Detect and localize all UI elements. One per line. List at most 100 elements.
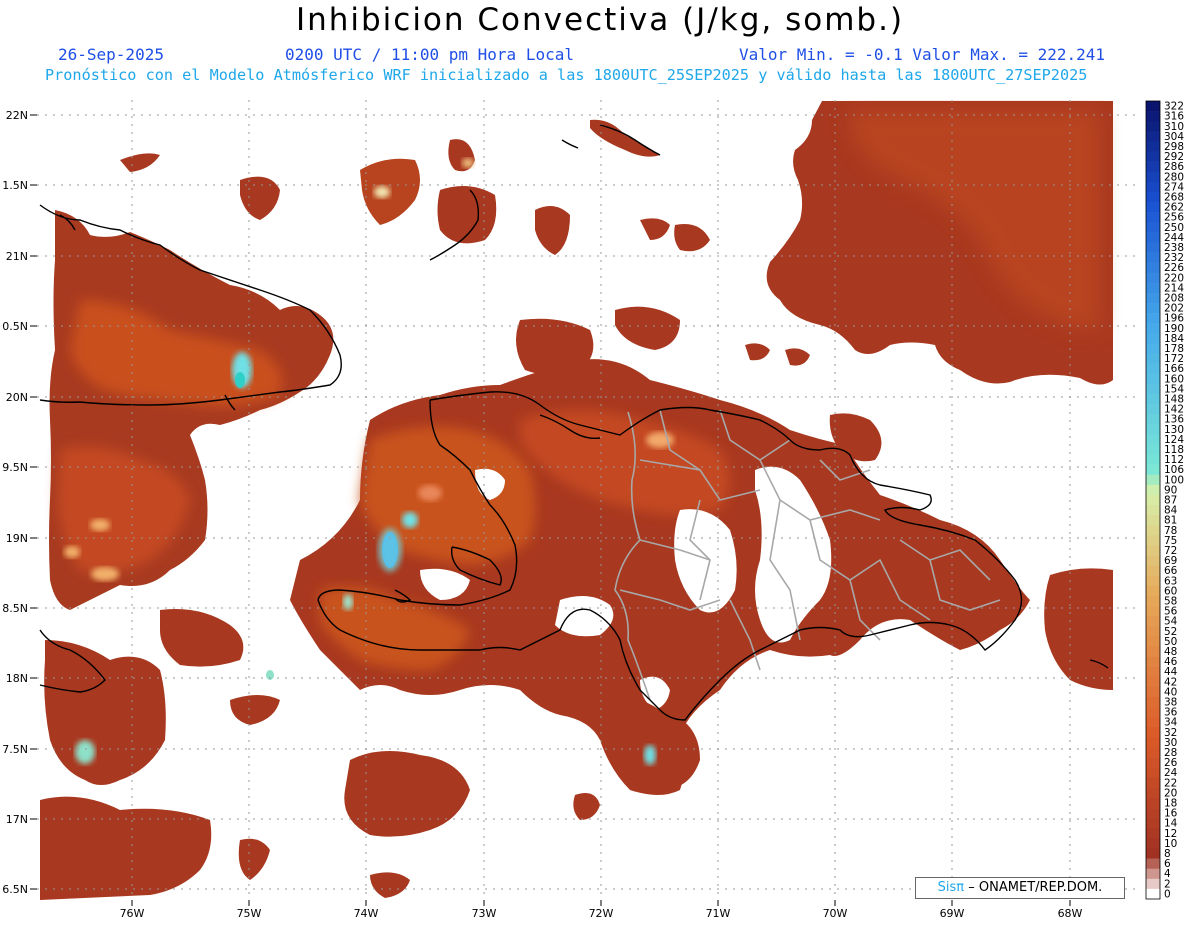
colorbar-swatch — [1146, 141, 1160, 152]
sispi-logo: Sisπ — [937, 880, 965, 895]
lat-label: 21N — [6, 250, 28, 263]
colorbar-swatch — [1146, 797, 1160, 809]
colorbar-label: 0 — [1164, 888, 1171, 900]
colorbar-swatch — [1146, 414, 1160, 425]
colorbar-swatch — [1146, 212, 1160, 223]
colorbar-swatch — [1146, 383, 1160, 395]
colorbar-swatch — [1146, 252, 1160, 263]
colorbar-swatch — [1146, 535, 1160, 546]
colorbar-swatch — [1146, 525, 1160, 536]
colorbar-swatch — [1146, 595, 1160, 607]
colorbar-swatch — [1146, 878, 1160, 890]
colorbar-swatch — [1146, 191, 1160, 203]
colorbar-swatch — [1146, 313, 1160, 324]
colorbar-swatch — [1146, 686, 1160, 698]
colorbar-swatch — [1146, 717, 1160, 728]
colorbar-swatch — [1146, 858, 1160, 869]
colorbar-swatch — [1146, 181, 1160, 193]
latitude-labels: 22N 1.5N 21N 0.5N 20N 9.5N 19N 8.5N 18N … — [2, 109, 28, 896]
colorbar-swatch — [1146, 747, 1160, 758]
colorbar-swatch — [1146, 757, 1160, 768]
colorbar-swatch — [1146, 636, 1160, 647]
colorbar-swatch — [1146, 696, 1160, 708]
colorbar-swatch — [1146, 151, 1160, 162]
lon-label: 72W — [589, 907, 614, 920]
lon-label: 70W — [823, 907, 848, 920]
colorbar-swatch — [1146, 464, 1160, 476]
colorbar-swatch — [1146, 545, 1160, 556]
colorbar-swatch — [1146, 343, 1160, 354]
lat-label: 22N — [6, 109, 28, 122]
colorbar-swatch — [1146, 575, 1160, 587]
credit-box: Sisπ – ONAMET/REP.DOM. — [915, 877, 1125, 899]
colorbar-swatch — [1146, 323, 1160, 334]
colorbar-swatch — [1146, 838, 1160, 849]
colorbar-swatch — [1146, 424, 1160, 435]
colorbar-swatch — [1146, 171, 1160, 183]
colorbar-swatch — [1146, 505, 1160, 516]
colorbar-swatch — [1146, 444, 1160, 455]
colorbar: 3223163103042982922862802742682622562502… — [1145, 101, 1184, 900]
colorbar-swatch — [1146, 848, 1160, 859]
colorbar-swatch — [1146, 121, 1160, 132]
colorbar-swatch — [1146, 272, 1160, 284]
colorbar-swatch — [1146, 828, 1160, 839]
lon-label: 71W — [706, 907, 731, 920]
colorbar-swatch — [1146, 333, 1160, 344]
lat-label: 9.5N — [2, 461, 28, 474]
longitude-labels: 76W 75W 74W 73W 72W 71W 70W 69W 68W — [120, 907, 1083, 920]
colorbar-swatch — [1146, 787, 1160, 799]
lon-label: 69W — [940, 907, 965, 920]
colorbar-swatch — [1146, 646, 1160, 657]
lat-label: 8.5N — [2, 602, 28, 615]
lat-label: 20N — [6, 391, 28, 404]
lon-label: 73W — [472, 907, 497, 920]
colorbar-swatch — [1146, 242, 1160, 253]
lon-label: 76W — [120, 907, 145, 920]
colorbar-swatch — [1146, 626, 1160, 637]
colorbar-swatch — [1146, 868, 1160, 880]
colorbar-swatch — [1146, 676, 1160, 688]
colorbar-swatch — [1146, 101, 1160, 112]
colorbar-swatch — [1146, 131, 1160, 142]
colorbar-swatch — [1146, 393, 1160, 405]
lat-label: 1.5N — [2, 179, 28, 192]
lon-ticks — [131, 900, 1071, 906]
lat-label: 6.5N — [2, 883, 28, 896]
colorbar-swatch — [1146, 373, 1160, 385]
colorbar-swatch — [1146, 777, 1160, 789]
lat-label: 17N — [6, 813, 28, 826]
colorbar-swatch — [1146, 232, 1160, 243]
colorbar-swatch — [1146, 818, 1160, 829]
colorbar-swatch — [1146, 282, 1160, 294]
colorbar-swatch — [1146, 363, 1160, 375]
colorbar-swatch — [1146, 454, 1160, 465]
colorbar-swatch — [1146, 484, 1160, 496]
colorbar-swatch — [1146, 353, 1160, 364]
colorbar-swatch — [1146, 434, 1160, 445]
colorbar-swatch — [1146, 585, 1160, 597]
colorbar-swatch — [1146, 202, 1160, 213]
lat-label: 0.5N — [2, 320, 28, 333]
colorbar-swatch — [1146, 606, 1160, 617]
colorbar-swatch — [1146, 737, 1160, 748]
colorbar-swatch — [1146, 727, 1160, 738]
lat-label: 7.5N — [2, 743, 28, 756]
colorbar-swatch — [1146, 565, 1160, 577]
colorbar-swatch — [1146, 767, 1160, 779]
colorbar-swatch — [1146, 656, 1160, 667]
colorbar-swatch — [1146, 262, 1160, 274]
credit-org: – ONAMET/REP.DOM. — [968, 880, 1103, 895]
colorbar-swatch — [1146, 303, 1160, 314]
colorbar-swatch — [1146, 474, 1160, 486]
colorbar-swatch — [1146, 494, 1160, 506]
colorbar-swatch — [1146, 111, 1160, 122]
colorbar-swatch — [1146, 515, 1160, 526]
map-canvas: 22N 1.5N 21N 0.5N 20N 9.5N 19N 8.5N 18N … — [2, 100, 1184, 920]
colorbar-swatch — [1146, 666, 1160, 678]
lon-label: 74W — [354, 907, 379, 920]
lat-label: 19N — [6, 532, 28, 545]
colorbar-swatch — [1146, 161, 1160, 173]
colorbar-swatch — [1146, 555, 1160, 566]
colorbar-swatch — [1146, 292, 1160, 304]
